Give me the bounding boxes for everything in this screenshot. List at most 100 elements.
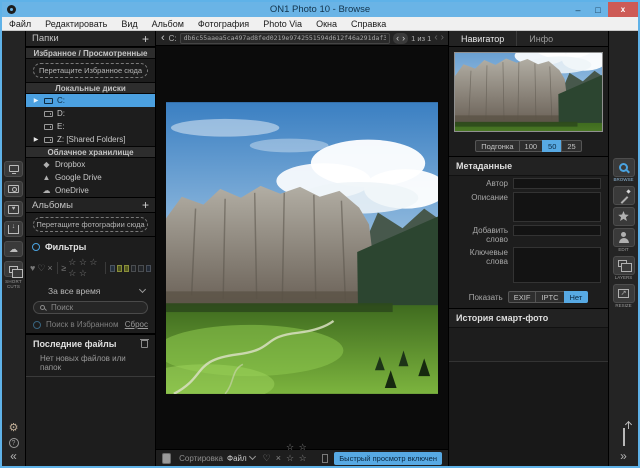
collapse-left-panel-button[interactable]: «	[10, 450, 17, 462]
drive-row-z[interactable]: ▶ Z: [Shared Folders]	[26, 133, 155, 146]
shortcut-import-button[interactable]: ↓	[4, 221, 23, 237]
reject-button[interactable]: ×	[276, 453, 282, 463]
menu-file[interactable]: Файл	[2, 19, 38, 29]
filter-stars[interactable]: ☆ ☆ ☆ ☆ ☆	[68, 257, 101, 279]
minimize-button[interactable]: –	[568, 2, 588, 17]
module-portrait-button[interactable]	[613, 228, 635, 247]
thumbnail-view-button[interactable]	[162, 453, 171, 464]
navigator-thumbnail[interactable]	[454, 52, 603, 132]
drive-row-c[interactable]: ▶ C:	[26, 94, 155, 107]
module-enhance-button[interactable]	[613, 186, 635, 205]
filter-gte-icon[interactable]: ≥	[61, 263, 66, 273]
search-box[interactable]	[33, 301, 148, 314]
filter-color-swatch[interactable]	[131, 265, 136, 272]
drive-row-e[interactable]: E:	[26, 120, 155, 133]
menu-photovia[interactable]: Photo Via	[256, 19, 309, 29]
module-resize-button[interactable]: ↗	[613, 284, 635, 303]
like-button[interactable]: ♡	[263, 453, 272, 464]
sort-dropdown[interactable]: Файл	[227, 454, 255, 463]
cloud-row-gdrive[interactable]: ▲ Google Drive	[26, 171, 155, 184]
right-tabs: Навигатор Инфо	[449, 31, 608, 47]
reset-link[interactable]: Сброс	[125, 320, 148, 329]
local-disks-header: Локальные диски	[26, 82, 155, 94]
prev-photo-button[interactable]: ‹	[396, 34, 399, 43]
keywords-field[interactable]	[513, 247, 601, 283]
show-label: Показать	[469, 293, 503, 302]
layers-icon	[618, 260, 627, 267]
breadcrumb-drive[interactable]: C:	[169, 34, 177, 43]
filter-color-swatch[interactable]	[110, 265, 115, 272]
description-field[interactable]	[513, 192, 601, 222]
chevron-down-icon	[139, 286, 146, 293]
next-disabled-icon[interactable]: ›	[441, 33, 444, 43]
add-word-field[interactable]	[513, 225, 601, 236]
menu-windows[interactable]: Окна	[309, 19, 344, 29]
show-none-button[interactable]: Нет	[564, 291, 589, 303]
shortcut-favorites-button[interactable]: ♥	[4, 201, 23, 217]
time-filter-dropdown[interactable]: За все время	[26, 282, 155, 299]
module-layers-button[interactable]	[613, 256, 635, 275]
zoom-25-button[interactable]: 25	[561, 140, 581, 152]
filter-liked-icon[interactable]: ♥	[30, 263, 35, 273]
module-effects-button[interactable]	[613, 207, 635, 226]
filter-color-swatch[interactable]	[146, 265, 151, 272]
recent-files-empty: Нет новых файлов или папок	[26, 351, 155, 377]
color-label-button[interactable]	[322, 454, 328, 463]
albums-dropzone[interactable]: Перетащите фотографии сюда	[33, 217, 148, 232]
search-favorites-radio[interactable]	[33, 321, 41, 329]
trash-icon[interactable]	[141, 340, 148, 348]
show-exif-button[interactable]: EXIF	[508, 291, 537, 303]
zoom-fit-button[interactable]: Подгонка	[475, 140, 519, 152]
filter-rejected-icon[interactable]: ×	[47, 263, 52, 273]
add-album-button[interactable]: +	[142, 199, 149, 211]
quick-view-button[interactable]: Быстрый просмотр включен	[334, 452, 442, 465]
help-button[interactable]: ?	[9, 438, 19, 448]
export-button[interactable]	[623, 428, 625, 446]
module-browse-button[interactable]	[613, 158, 635, 177]
filters-radio[interactable]	[32, 243, 40, 251]
filter-color-swatch[interactable]	[138, 265, 143, 272]
filter-controls: ♥ ♡ × ≥ ☆ ☆ ☆ ☆ ☆	[26, 254, 155, 282]
settings-button[interactable]: ⚙	[9, 418, 19, 436]
tab-info[interactable]: Инфо	[516, 31, 565, 46]
add-folder-button[interactable]: +	[142, 33, 149, 45]
menu-photo[interactable]: Фотография	[191, 19, 256, 29]
menu-album[interactable]: Альбом	[145, 19, 191, 29]
author-field[interactable]	[513, 178, 601, 189]
zoom-100-button[interactable]: 100	[519, 140, 544, 152]
filter-color-swatch[interactable]	[124, 265, 129, 272]
app-logo-icon[interactable]	[7, 5, 16, 14]
rating-stars[interactable]: ☆ ☆ ☆ ☆ ☆	[286, 442, 318, 468]
monitor-icon	[9, 165, 19, 172]
filter-color-swatch[interactable]	[117, 265, 122, 272]
shortcut-camera-button[interactable]	[4, 181, 23, 197]
collapse-right-panel-button[interactable]: »	[620, 450, 627, 462]
search-input[interactable]	[49, 302, 141, 313]
next-photo-button[interactable]: ›	[402, 34, 405, 43]
cloud-row-dropbox[interactable]: ◆ Dropbox	[26, 158, 155, 171]
maximize-button[interactable]: □	[588, 2, 608, 17]
breadcrumb: db6c55aaea5ca497ad8fed0219e9742551594d61…	[180, 33, 391, 44]
cloud-row-onedrive[interactable]: ☁ OneDrive	[26, 184, 155, 197]
shortcut-computer-button[interactable]	[4, 161, 23, 177]
expand-icon[interactable]: ▶	[32, 136, 40, 143]
menu-help[interactable]: Справка	[344, 19, 393, 29]
prev-disabled-icon[interactable]: ‹	[434, 33, 437, 43]
modules-rail: BROWSE EDIT LAYERS ↗ RESIZE »	[608, 31, 638, 466]
zoom-50-button[interactable]: 50	[542, 140, 562, 152]
shortcut-albums-button[interactable]	[4, 261, 23, 277]
metadata-section-title: Метаданные	[449, 157, 608, 176]
filter-not-liked-icon[interactable]: ♡	[37, 263, 45, 274]
tab-navigator[interactable]: Навигатор	[449, 31, 516, 46]
menu-view[interactable]: Вид	[114, 19, 144, 29]
effects-star-icon	[618, 211, 629, 222]
favorites-dropzone[interactable]: Перетащите Избранное сюда	[33, 63, 148, 78]
menu-edit[interactable]: Редактировать	[38, 19, 114, 29]
shortcut-cloud-button[interactable]: ☁	[4, 241, 23, 257]
cloud-icon: ☁	[9, 245, 18, 254]
show-iptc-button[interactable]: IPTC	[535, 291, 564, 303]
back-button[interactable]: ‹	[160, 33, 166, 44]
close-button[interactable]: x	[608, 2, 638, 17]
expand-icon[interactable]: ▶	[32, 97, 40, 104]
drive-row-d[interactable]: D:	[26, 107, 155, 120]
